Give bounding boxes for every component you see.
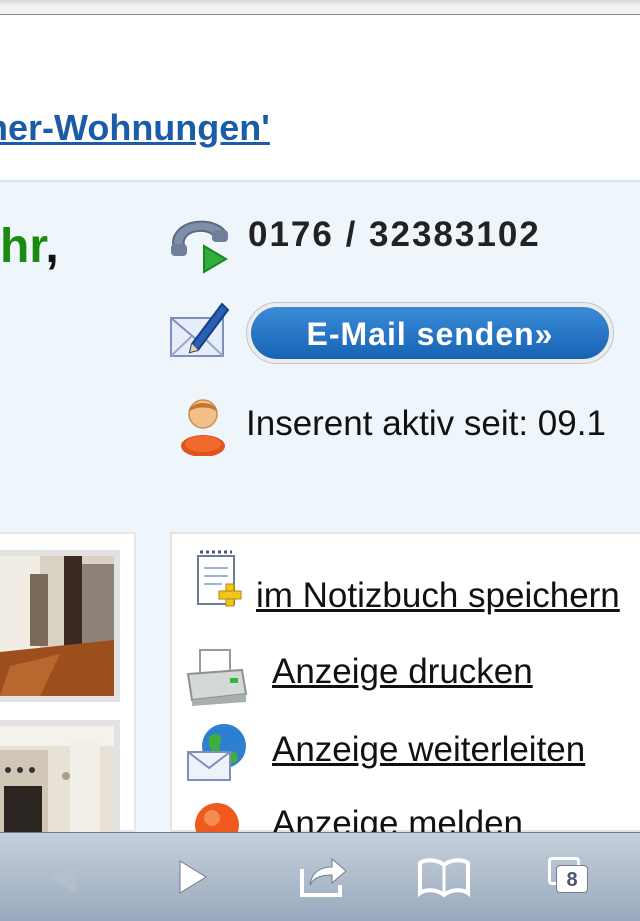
bookmarks-icon[interactable] xyxy=(404,833,484,921)
photo-thumbnail-1[interactable] xyxy=(0,550,120,702)
action-report[interactable]: Anzeige melden xyxy=(272,802,523,832)
action-forward[interactable]: Anzeige weiterleiten xyxy=(272,728,585,772)
email-pen-icon xyxy=(168,300,230,362)
comma-text: , xyxy=(45,220,59,273)
listing-title-link-container: ner-Wohnungen' xyxy=(0,104,640,152)
action-save-notebook[interactable]: im Notizbuch speichern xyxy=(256,574,620,618)
tabs-icon[interactable]: 8 xyxy=(530,833,610,921)
contact-name-fragment: hr, xyxy=(0,218,59,276)
share-icon[interactable] xyxy=(284,833,364,921)
email-send-button[interactable]: E-Mail senden» xyxy=(246,302,614,364)
top-strip xyxy=(0,0,640,15)
email-send-label: E-Mail senden» xyxy=(251,307,609,359)
photo-thumbnails-panel xyxy=(0,532,136,850)
notepad-add-icon xyxy=(192,548,246,608)
phone-number[interactable]: 0176 / 32383102 xyxy=(248,214,541,256)
action-print[interactable]: Anzeige drucken xyxy=(272,650,533,694)
user-icon xyxy=(178,394,228,457)
printer-icon xyxy=(184,644,250,706)
browser-toolbar: 8 xyxy=(0,832,640,921)
green-text: hr xyxy=(0,220,46,273)
forward-icon[interactable] xyxy=(152,833,232,921)
advertiser-active-since: Inserent aktiv seit: 09.1 xyxy=(246,404,606,443)
back-icon[interactable] xyxy=(24,833,104,921)
tabs-count: 8 xyxy=(566,869,578,891)
globe-mail-icon xyxy=(184,722,250,784)
photo-thumbnail-2[interactable] xyxy=(0,720,120,850)
phone-icon xyxy=(168,218,230,274)
warning-icon xyxy=(192,800,242,832)
listing-title-link[interactable]: ner-Wohnungen' xyxy=(0,104,270,152)
